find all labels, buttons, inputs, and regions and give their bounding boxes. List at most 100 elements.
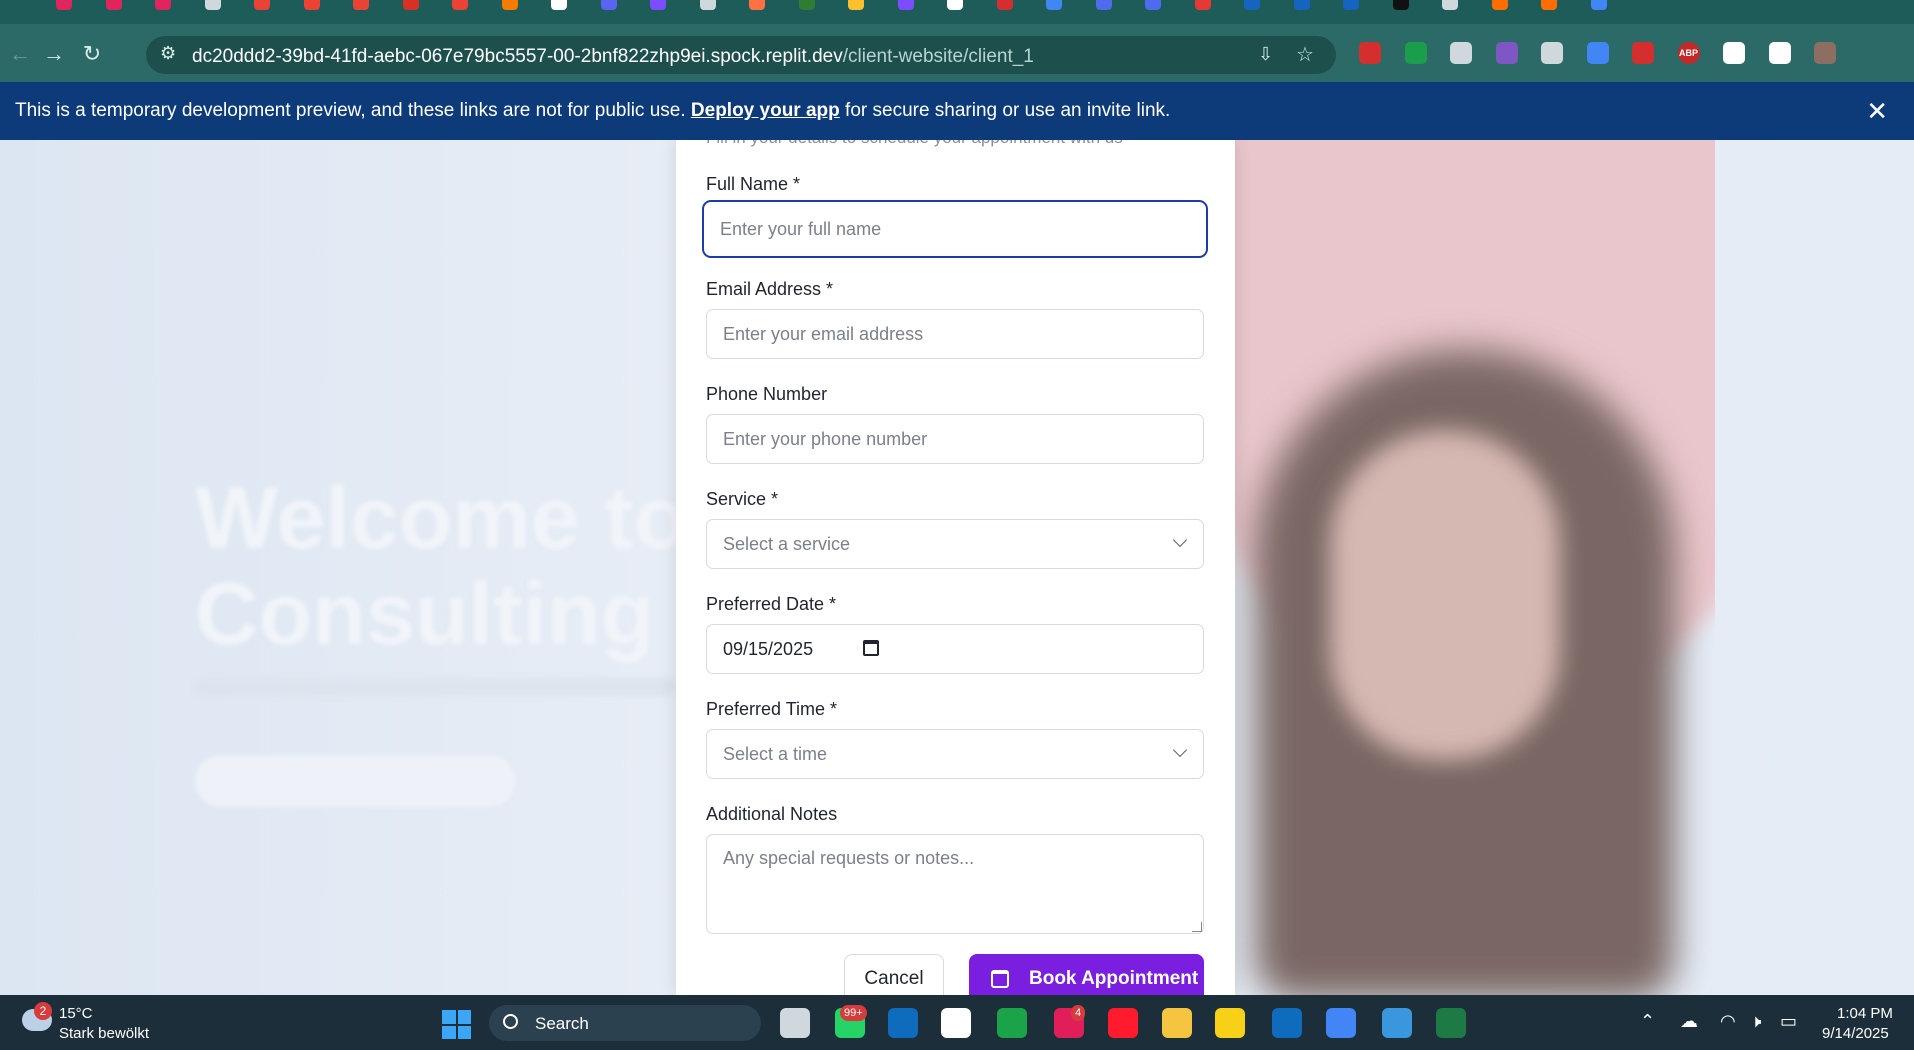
extension-icon[interactable] — [1768, 42, 1791, 64]
extension-icon[interactable] — [1541, 42, 1563, 64]
url-text: dc20ddd2-39bd-41fd-aebc-067e79bc5557-00-… — [192, 46, 1034, 68]
taskbar-app-icon[interactable] — [1108, 1008, 1138, 1038]
address-bar[interactable]: ⚙ dc20ddd2-39bd-41fd-aebc-067e79bc5557-0… — [146, 36, 1336, 74]
tab-favicon-icon[interactable] — [600, 0, 617, 10]
windows-taskbar: 2 15°C Stark bewölkt Search 99+ 4 ⌃ ☁ ◠ … — [0, 995, 1914, 1050]
tab-favicon-icon[interactable] — [551, 0, 567, 10]
tab-favicon-icon[interactable] — [105, 0, 122, 10]
extension-icon[interactable] — [1814, 42, 1836, 64]
tab-favicon-icon[interactable] — [699, 0, 716, 10]
tab-favicon-icon[interactable] — [56, 0, 72, 10]
extension-icon[interactable] — [1450, 42, 1472, 64]
full-name-input[interactable] — [702, 200, 1208, 258]
time-select[interactable]: Select a time — [706, 729, 1204, 779]
hero-photo — [1235, 140, 1715, 995]
tab-favicon-icon[interactable] — [1590, 0, 1607, 10]
site-info-icon[interactable]: ⚙ — [160, 43, 176, 64]
tab-favicon-icon[interactable] — [1442, 0, 1458, 10]
book-appointment-button[interactable]: Book Appointment — [969, 954, 1204, 995]
tab-favicon-icon[interactable] — [947, 0, 963, 10]
taskbar-app-icon[interactable] — [780, 1008, 810, 1038]
taskbar-app-icon[interactable] — [888, 1008, 918, 1038]
date-label: Preferred Date * — [706, 594, 837, 614]
taskbar-app-icon[interactable] — [997, 1008, 1027, 1038]
tab-favicon-icon[interactable] — [204, 0, 221, 10]
banner-text: This is a temporary development preview,… — [15, 100, 1170, 122]
tab-favicon-icon[interactable] — [1194, 0, 1211, 10]
tab-favicon-icon[interactable] — [996, 0, 1013, 10]
hero-subtitle — [195, 678, 675, 696]
taskbar-search[interactable]: Search — [489, 1005, 761, 1041]
tab-favicon-icon[interactable] — [749, 0, 765, 10]
weather-description[interactable]: Stark bewölkt — [59, 1025, 149, 1042]
taskbar-app-icon[interactable] — [1436, 1008, 1466, 1038]
calendar-icon[interactable] — [863, 640, 879, 656]
extension-icon[interactable] — [1632, 42, 1654, 64]
tab-favicon-icon[interactable] — [402, 0, 419, 10]
slack-badge: 4 — [1071, 1005, 1086, 1021]
phone-input[interactable] — [706, 414, 1204, 464]
close-icon[interactable]: ✕ — [1866, 96, 1888, 127]
email-input[interactable] — [706, 309, 1204, 359]
tab-favicon-icon[interactable] — [353, 0, 369, 10]
battery-icon[interactable]: ▭ — [1780, 1011, 1797, 1032]
clock-date[interactable]: 9/14/2025 — [1822, 1025, 1889, 1042]
tab-favicon-icon[interactable] — [155, 0, 171, 10]
taskbar-app-icon[interactable] — [1382, 1008, 1412, 1038]
tab-favicon-icon[interactable] — [1392, 0, 1409, 10]
tab-favicon-icon[interactable] — [303, 0, 320, 10]
tab-favicon-icon[interactable] — [1046, 0, 1062, 10]
speaker-muted-icon[interactable]: 🕨 — [1750, 1011, 1761, 1032]
tab-favicon-icon[interactable] — [1244, 0, 1260, 10]
tab-favicon-icon[interactable] — [897, 0, 914, 10]
tab-favicon-icon[interactable] — [501, 0, 518, 10]
notes-label: Additional Notes — [706, 804, 838, 824]
book-appointment-label: Book Appointment — [1029, 968, 1199, 989]
onedrive-icon[interactable]: ☁ — [1680, 1011, 1698, 1032]
extension-icon[interactable] — [1495, 42, 1518, 64]
tab-favicon-icon[interactable] — [254, 0, 270, 10]
extension-icon[interactable] — [1359, 42, 1381, 64]
weather-badge: 2 — [34, 1002, 52, 1020]
service-select[interactable]: Select a service — [706, 519, 1204, 569]
tab-favicon-icon[interactable] — [452, 0, 468, 10]
bookmark-star-icon[interactable]: ☆ — [1296, 42, 1314, 67]
adblock-icon[interactable]: ABP — [1677, 42, 1700, 64]
dev-preview-banner: This is a temporary development preview,… — [0, 82, 1914, 140]
taskbar-app-icon[interactable] — [1215, 1008, 1245, 1038]
resize-grip-icon[interactable] — [1192, 922, 1202, 932]
tab-favicon-icon[interactable] — [1095, 0, 1112, 10]
extension-icon[interactable] — [1404, 42, 1427, 64]
time-label: Preferred Time * — [706, 699, 838, 719]
back-icon[interactable]: ← — [6, 40, 34, 68]
modal-description: Fill in your details to schedule your ap… — [706, 140, 1123, 148]
taskbar-app-icon[interactable] — [1272, 1008, 1302, 1038]
wifi-icon[interactable]: ◠ — [1720, 1011, 1736, 1032]
install-app-icon[interactable]: ⇩ — [1258, 44, 1273, 65]
hero-title: Welcome to Consulting — [195, 468, 688, 663]
tab-favicon-icon[interactable] — [1541, 0, 1557, 10]
chevron-up-icon[interactable]: ⌃ — [1640, 1011, 1655, 1032]
forward-icon[interactable]: → — [40, 40, 68, 68]
extension-icon[interactable] — [1723, 42, 1745, 64]
date-input[interactable]: 09/15/2025 — [706, 624, 1204, 674]
taskbar-app-icon[interactable] — [1326, 1008, 1356, 1038]
tab-favicon-icon[interactable] — [798, 0, 815, 10]
clock-time[interactable]: 1:04 PM — [1837, 1005, 1893, 1022]
deploy-link[interactable]: Deploy your app — [691, 100, 840, 121]
cancel-button[interactable]: Cancel — [844, 954, 944, 995]
taskbar-app-icon[interactable] — [941, 1008, 971, 1038]
tab-favicon-icon[interactable] — [1491, 0, 1508, 10]
tab-favicon-icon[interactable] — [1145, 0, 1161, 10]
taskbar-app-icon[interactable] — [1162, 1008, 1192, 1038]
tab-favicon-icon[interactable] — [650, 0, 666, 10]
notes-textarea[interactable] — [706, 834, 1204, 934]
weather-temperature[interactable]: 15°C — [59, 1005, 93, 1022]
service-select-value: Select a service — [723, 534, 851, 554]
tab-favicon-icon[interactable] — [848, 0, 864, 10]
tab-favicon-icon[interactable] — [1343, 0, 1359, 10]
tab-favicon-icon[interactable] — [1293, 0, 1310, 10]
reload-icon[interactable]: ↻ — [78, 40, 106, 68]
extension-icon[interactable] — [1586, 42, 1609, 64]
windows-start-icon[interactable] — [442, 1010, 471, 1039]
